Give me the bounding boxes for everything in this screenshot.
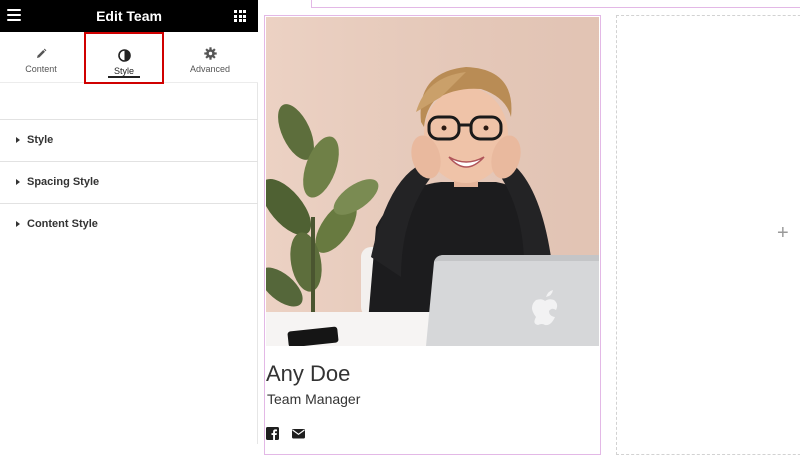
previous-section-outline [311, 0, 800, 8]
editor-panel: Edit Team Content Style Advanced Style S… [0, 0, 258, 444]
section-style-title: Style [27, 134, 54, 146]
half-circle-icon [117, 49, 131, 62]
tab-style[interactable]: Style [84, 32, 164, 84]
email-icon[interactable] [292, 427, 305, 440]
section-content-style[interactable]: Content Style [0, 203, 258, 245]
caret-right-icon [16, 179, 20, 185]
caret-right-icon [16, 137, 20, 143]
gear-icon [203, 47, 217, 60]
panel-title: Edit Team [96, 8, 162, 24]
pencil-icon [37, 48, 47, 58]
panel-header: Edit Team [0, 0, 258, 32]
section-content-style-title: Content Style [27, 218, 98, 230]
section-spacing-style-title: Spacing Style [27, 176, 100, 188]
empty-column[interactable]: + [616, 15, 800, 455]
active-tab-indicator [108, 76, 140, 78]
section-style[interactable]: Style [0, 119, 258, 161]
team-member-role: Team Manager [267, 391, 361, 407]
team-member-name: Any Doe [266, 361, 351, 386]
panel-tabs: Content Style Advanced [0, 32, 258, 84]
section-spacing-style[interactable]: Spacing Style [0, 161, 258, 203]
widgets-grid-icon[interactable] [234, 10, 246, 22]
plus-icon[interactable]: + [777, 223, 789, 243]
tab-content[interactable]: Content [0, 32, 82, 83]
team-member-photo-image [266, 17, 599, 346]
caret-right-icon [16, 221, 20, 227]
editor-canvas: Any Doe Team Manager + [258, 0, 800, 455]
team-member-photo[interactable] [266, 17, 599, 346]
tab-advanced[interactable]: Advanced [168, 32, 252, 83]
tab-content-label: Content [25, 64, 57, 74]
tab-advanced-label: Advanced [189, 64, 231, 74]
facebook-icon[interactable] [266, 427, 279, 440]
